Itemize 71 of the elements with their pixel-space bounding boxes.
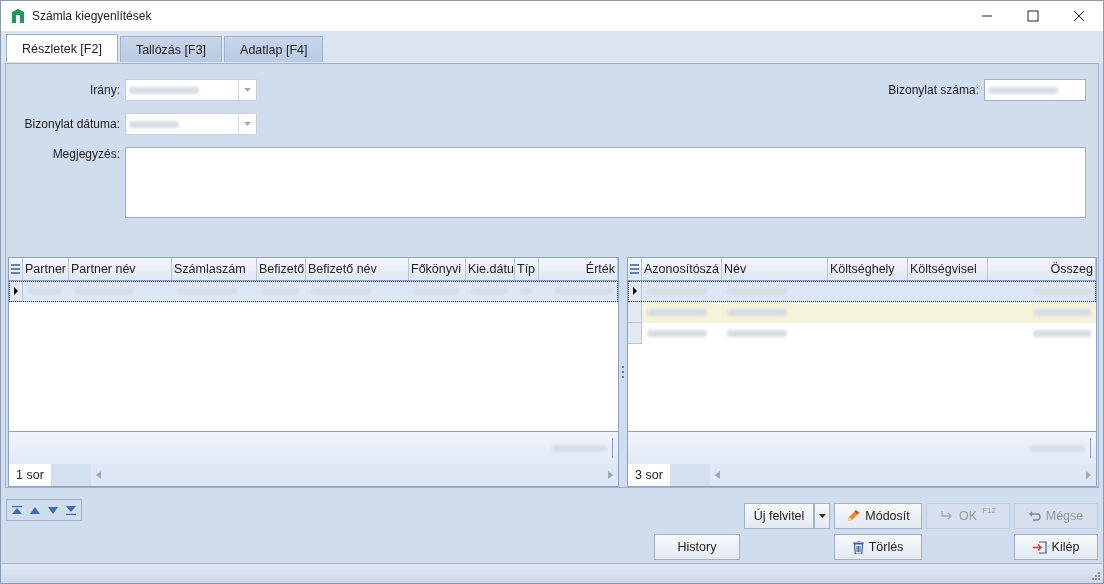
row-count: 1 sor (9, 464, 51, 486)
horizontal-scrollbar[interactable] (90, 464, 618, 486)
column-header[interactable]: Költséghely (828, 258, 908, 280)
row-pointer-icon (13, 287, 18, 295)
row-pointer-icon (632, 287, 637, 295)
column-header[interactable]: Partner név (69, 258, 172, 280)
blurred-text (129, 120, 179, 128)
menu-icon[interactable] (11, 264, 20, 274)
tab[interactable]: Adatlap [F4] (224, 36, 324, 62)
caret-icon (244, 122, 251, 126)
new-record-button[interactable]: Új felvitel (744, 503, 814, 529)
edit-button[interactable]: Módosít (834, 503, 922, 529)
column-header[interactable]: Költségvisel (908, 258, 988, 280)
field-label: Bizonylat száma: (888, 83, 980, 97)
scroll-right-icon[interactable] (608, 471, 613, 479)
column-header[interactable]: Név (722, 258, 828, 280)
trash-icon (852, 540, 864, 554)
history-button[interactable]: History (654, 534, 740, 560)
column-header[interactable]: Érték (539, 258, 618, 280)
row-count: 3 sor (628, 464, 670, 486)
caret-icon (818, 514, 826, 518)
horizontal-scrollbar[interactable] (709, 464, 1096, 486)
column-header[interactable]: Összeg (988, 258, 1096, 280)
column-header[interactable]: Típ (515, 258, 539, 280)
next-record-icon[interactable] (48, 506, 58, 514)
column-header[interactable]: Befizető (257, 258, 306, 280)
previous-record-icon[interactable] (30, 506, 40, 514)
undo-icon (1028, 511, 1041, 521)
blurred-text (727, 330, 787, 337)
number-field[interactable] (984, 79, 1086, 101)
column-header[interactable]: Főkönyvi (409, 258, 466, 280)
column-header[interactable]: Befizető név (306, 258, 409, 280)
field-label: Irány: (89, 83, 121, 97)
column-header[interactable]: Partner (23, 258, 69, 280)
blurred-text (1033, 330, 1091, 337)
table-row[interactable] (628, 281, 1096, 302)
scroll-left-icon[interactable] (714, 471, 720, 479)
row-indicator[interactable] (9, 281, 23, 302)
field-label: Bizonylat dátuma: (23, 117, 121, 131)
window-title: Számla kiegyenlítések (32, 9, 152, 23)
logo-icon (10, 8, 26, 24)
column-header[interactable]: Kie.dátu (466, 258, 515, 280)
caret-icon (244, 88, 251, 92)
field-label: Megjegyzés: (51, 147, 121, 161)
note-field[interactable] (125, 147, 1086, 218)
scroll-right-icon[interactable] (1086, 471, 1091, 479)
shortcut-hint: F12 (982, 506, 996, 515)
resize-grip-icon[interactable] (1091, 571, 1100, 580)
blurred-text (988, 86, 1058, 94)
blurred-text (647, 330, 707, 337)
column-header[interactable]: Azonosítószá (642, 258, 722, 280)
blurred-text (1033, 309, 1091, 316)
delete-button[interactable]: Törlés (834, 534, 922, 560)
blurred-text (129, 86, 199, 94)
pencil-icon (846, 509, 861, 523)
maximize-icon[interactable] (1027, 10, 1039, 22)
tab[interactable]: Részletek [F2] (6, 34, 118, 62)
exit-icon (1032, 540, 1047, 554)
dropdown-button[interactable] (814, 503, 830, 529)
close-icon[interactable] (1073, 10, 1085, 22)
blurred-text (647, 309, 707, 316)
column-header[interactable]: Számlaszám (172, 258, 257, 280)
tab[interactable]: Tallózás [F3] (119, 36, 223, 62)
exit-button[interactable]: Kilép (1014, 534, 1098, 560)
table-row[interactable] (9, 281, 618, 302)
first-record-icon[interactable] (12, 505, 22, 515)
menu-icon[interactable] (630, 264, 639, 274)
scroll-left-icon[interactable] (95, 471, 101, 479)
last-record-icon[interactable] (66, 505, 76, 515)
row-indicator[interactable] (628, 281, 642, 302)
blurred-text (727, 309, 787, 316)
